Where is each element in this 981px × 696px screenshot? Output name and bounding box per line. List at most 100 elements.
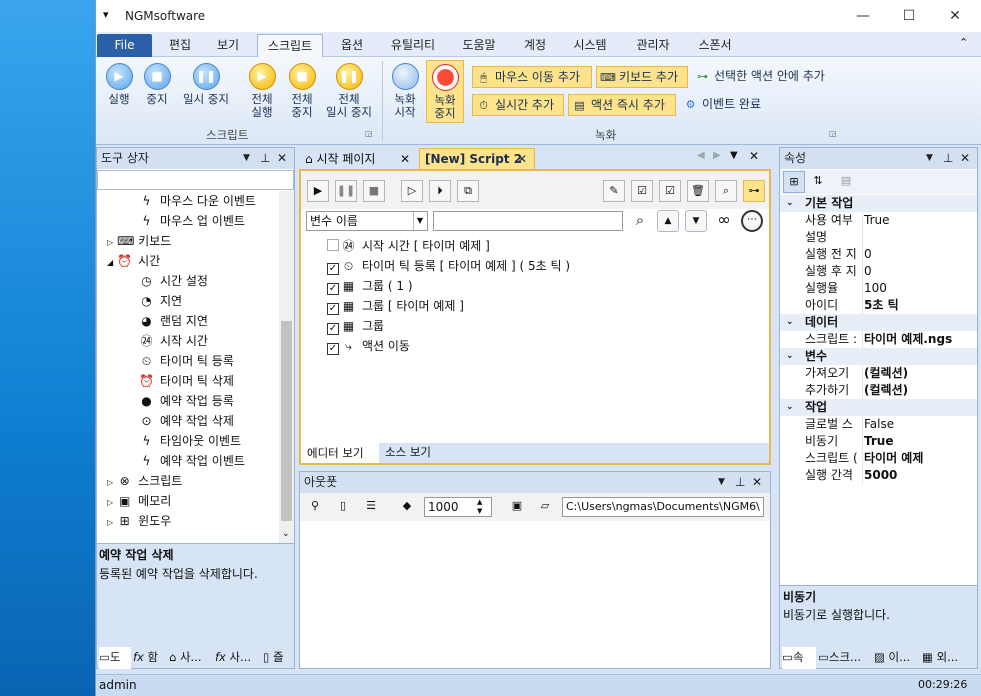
- tab-options[interactable]: 옵션: [334, 34, 370, 57]
- action-item[interactable]: ✓ ▦ 그룹: [327, 317, 384, 337]
- action-checkbox[interactable]: ✓: [327, 263, 339, 275]
- tab-toolbox[interactable]: ▭도: [99, 647, 131, 669]
- pause-all-button[interactable]: ❚❚ 전체 일시 중지: [322, 63, 376, 119]
- tree-item[interactable]: ▷ ⊞ 윈도우: [107, 511, 171, 531]
- play-button[interactable]: ▶: [307, 180, 329, 202]
- property-category[interactable]: ⌄ 변수: [780, 348, 977, 365]
- categorized-button[interactable]: ⊞: [783, 171, 805, 193]
- close-tab-icon[interactable]: ✕: [400, 149, 410, 169]
- scroll-right-icon[interactable]: ▶: [713, 150, 721, 161]
- tree-item[interactable]: ϟ 예약 작업 이벤트: [139, 451, 245, 471]
- pin-icon[interactable]: ⊥: [943, 148, 953, 168]
- save-log-button[interactable]: ▯: [332, 496, 354, 518]
- close-window-button[interactable]: ✕: [932, 0, 978, 32]
- property-value[interactable]: 0: [864, 263, 872, 280]
- tree-item[interactable]: ▷ ⊗ 스크립트: [107, 471, 182, 491]
- save-button[interactable]: ▣: [506, 496, 528, 518]
- stop-all-button[interactable]: ■ 전체 중지: [283, 63, 321, 119]
- clear-output-button[interactable]: ⚲: [304, 496, 326, 518]
- tab-properties[interactable]: ▭속: [782, 647, 816, 669]
- tree-item[interactable]: ◷ 시간 설정: [139, 271, 208, 291]
- step-button[interactable]: ▷: [401, 180, 423, 202]
- dropdown-icon[interactable]: ▼: [926, 148, 933, 168]
- property-value[interactable]: 5000: [864, 467, 897, 484]
- dropdown-icon[interactable]: ▼: [243, 148, 250, 168]
- tree-item[interactable]: ϟ 마우스 다운 이벤트: [139, 191, 256, 211]
- property-value[interactable]: (컬렉션): [864, 365, 908, 382]
- variable-search-input[interactable]: [433, 211, 623, 231]
- action-checkbox[interactable]: ✓: [327, 323, 339, 335]
- tab-favorites[interactable]: ▯ 즐: [263, 647, 293, 669]
- close-tab-icon[interactable]: ✕: [517, 149, 527, 170]
- find-button[interactable]: ⌕: [715, 180, 737, 202]
- loop-button[interactable]: ∞: [713, 210, 735, 232]
- tab-script-explorer[interactable]: ▭스크...: [818, 647, 872, 669]
- action-checkbox[interactable]: [327, 239, 339, 251]
- property-row[interactable]: 아이디 5초 틱: [780, 297, 977, 314]
- property-category[interactable]: ⌄ 기본 작업: [780, 195, 977, 212]
- collapse-icon[interactable]: ⌄: [786, 314, 794, 331]
- check-all-button[interactable]: ☑: [659, 180, 681, 202]
- log-path-input[interactable]: C:\Users\ngmas\Documents\NGM6\: [562, 497, 764, 517]
- tab-help[interactable]: 도움말: [456, 34, 502, 57]
- tree-view-button[interactable]: ⊶: [743, 180, 765, 202]
- pause-button[interactable]: ❚❚: [335, 180, 357, 202]
- property-row[interactable]: 실행율 100: [780, 280, 977, 297]
- property-value[interactable]: True: [864, 433, 893, 450]
- tree-item[interactable]: ⊙ 예약 작업 삭제: [139, 411, 233, 431]
- property-row[interactable]: 실행 전 지 0: [780, 246, 977, 263]
- stop-button[interactable]: ■ 중지: [140, 63, 174, 106]
- maximize-button[interactable]: ☐: [886, 0, 932, 32]
- tab-file[interactable]: File: [97, 34, 152, 57]
- close-icon[interactable]: ✕: [749, 149, 759, 163]
- tab-script-2[interactable]: [New] Script 2 ✕: [419, 148, 535, 169]
- quick-access-icon[interactable]: ▾: [103, 8, 109, 21]
- eraser-button[interactable]: ◆: [396, 496, 418, 518]
- action-checkbox[interactable]: ✓: [327, 343, 339, 355]
- move-up-button[interactable]: ▲: [657, 210, 679, 232]
- record-stop-button[interactable]: 녹화 중지: [426, 60, 464, 123]
- tab-account[interactable]: 계정: [517, 34, 553, 57]
- tab-image[interactable]: ▨ 이...: [874, 647, 920, 669]
- toolbox-scrollbar[interactable]: ⌄: [279, 191, 294, 543]
- property-row[interactable]: 실행 간격 5000: [780, 467, 977, 484]
- tab-external[interactable]: ▦ 외...: [922, 647, 976, 669]
- group-launcher-icon[interactable]: ◲: [365, 129, 373, 138]
- property-value[interactable]: 5초 틱: [864, 297, 899, 314]
- list-button[interactable]: ☰: [360, 496, 382, 518]
- tree-item[interactable]: ⏲ 타이머 틱 등록: [139, 351, 234, 371]
- pin-icon[interactable]: ⊥: [260, 148, 270, 168]
- property-row[interactable]: 스크립트 (타이머 예제: [780, 450, 977, 467]
- record-start-button[interactable]: 녹화 시작: [388, 63, 422, 119]
- collapse-icon[interactable]: ⌄: [786, 399, 794, 416]
- property-row[interactable]: 글로벌 스 False: [780, 416, 977, 433]
- property-value[interactable]: 0: [864, 246, 872, 263]
- check-button[interactable]: ☑: [631, 180, 653, 202]
- property-value[interactable]: 타이머 예제.ngs: [864, 331, 952, 348]
- search-button[interactable]: ⌕: [629, 210, 651, 232]
- property-value[interactable]: True: [864, 212, 890, 229]
- tab-edit[interactable]: 편집: [162, 34, 198, 57]
- property-row[interactable]: 설명: [780, 229, 977, 246]
- property-row[interactable]: 실행 후 지 0: [780, 263, 977, 280]
- toolbox-search-input[interactable]: [97, 170, 294, 190]
- property-row[interactable]: 스크립트 : 타이머 예제.ngs: [780, 331, 977, 348]
- property-value[interactable]: 타이머 예제: [864, 450, 923, 467]
- property-row[interactable]: 사용 여부 True: [780, 212, 977, 229]
- tree-item[interactable]: ▷ ▣ 메모리: [107, 491, 171, 511]
- sort-button[interactable]: ⇅: [807, 171, 829, 193]
- spin-icon[interactable]: ▲ ▼: [477, 498, 482, 516]
- run-from-button[interactable]: ⏵: [429, 180, 451, 202]
- scroll-left-icon[interactable]: ◀: [697, 150, 705, 161]
- tab-user[interactable]: ⌂ 사...: [169, 647, 213, 669]
- add-action-now-button[interactable]: ▤ 액션 즉시 추가: [568, 94, 676, 116]
- property-value[interactable]: (컬렉션): [864, 382, 908, 399]
- minimize-button[interactable]: —: [840, 0, 886, 32]
- add-in-selected-button[interactable]: ⊶ 선택한 액션 안에 추가: [692, 66, 842, 88]
- collapse-icon[interactable]: ⌄: [786, 348, 794, 365]
- group-launcher-icon[interactable]: ◲: [829, 129, 837, 138]
- run-all-button[interactable]: ▶ 전체 실행: [243, 63, 281, 119]
- tab-utility[interactable]: 유틸리티: [384, 34, 442, 57]
- action-checkbox[interactable]: ✓: [327, 303, 339, 315]
- pin-icon[interactable]: ⊥: [735, 472, 745, 492]
